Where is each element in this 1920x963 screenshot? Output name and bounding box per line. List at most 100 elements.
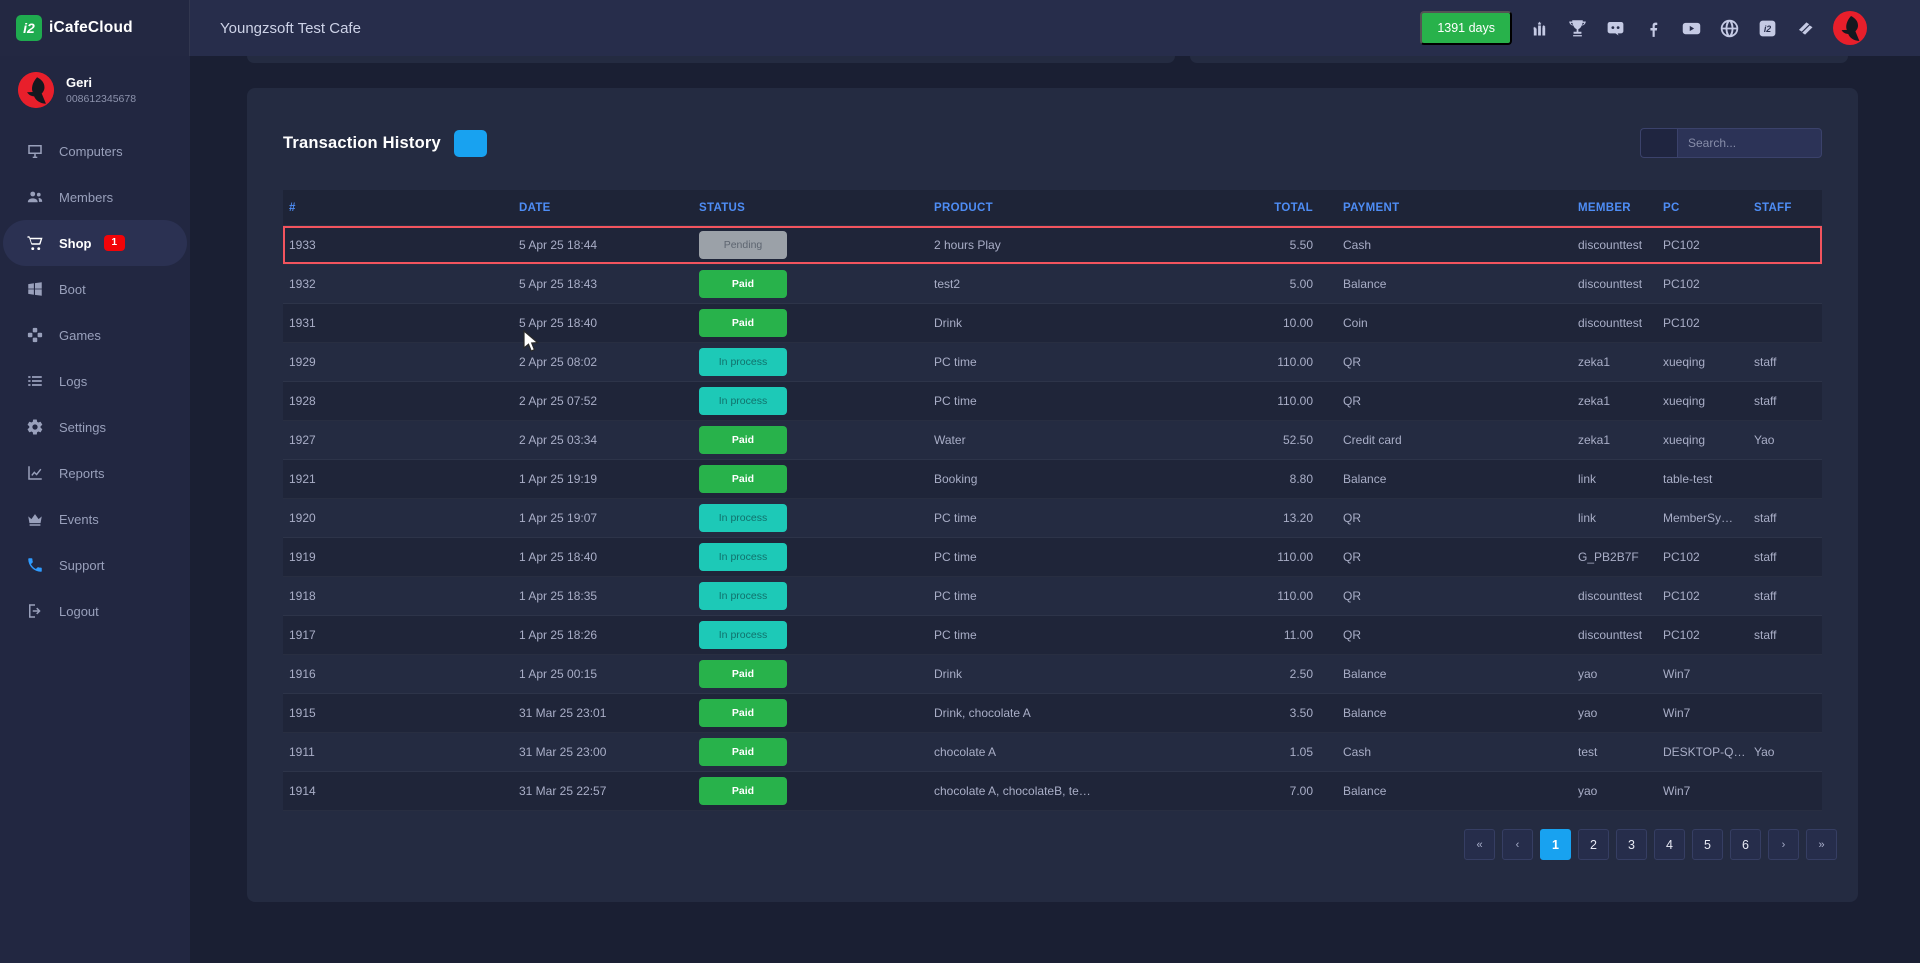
icafe-icon[interactable]: i2 <box>1757 18 1778 39</box>
chart-icon <box>26 464 44 482</box>
list-icon <box>26 372 44 390</box>
globe-icon[interactable] <box>1719 18 1740 39</box>
sidebar-item-members[interactable]: Members <box>0 174 190 220</box>
users-icon <box>26 188 44 206</box>
pagination-nav-button[interactable]: ‹ <box>1502 829 1533 860</box>
cell-id: 1916 <box>283 667 513 681</box>
cell-product: test2 <box>928 277 1185 291</box>
youtube-icon[interactable] <box>1681 18 1702 39</box>
cell-product: Drink, chocolate A <box>928 706 1185 720</box>
cell-total: 3.50 <box>1185 706 1317 720</box>
cell-date: 5 Apr 25 18:40 <box>513 316 693 330</box>
sidebar-item-shop[interactable]: Shop 1 <box>3 220 187 266</box>
transaction-row[interactable]: 1933 5 Apr 25 18:44 Pending 2 hours Play… <box>283 226 1822 265</box>
cell-payment: Balance <box>1317 706 1572 720</box>
transaction-row[interactable]: 1911 31 Mar 25 23:00 Paid chocolate A 1.… <box>283 733 1822 772</box>
gamepad-icon <box>26 326 44 344</box>
user-avatar[interactable] <box>1833 11 1867 45</box>
sidebar-item-settings[interactable]: Settings <box>0 404 190 450</box>
chevron-down-icon[interactable] <box>1884 21 1898 35</box>
cell-total: 110.00 <box>1185 394 1317 408</box>
pagination-nav-button[interactable]: › <box>1768 829 1799 860</box>
cell-date: 1 Apr 25 18:26 <box>513 628 693 642</box>
transaction-row[interactable]: 1918 1 Apr 25 18:35 In process PC time 1… <box>283 577 1822 616</box>
status-badge: In process <box>699 543 787 571</box>
cafe-name: Youngzsoft Test Cafe <box>220 20 361 37</box>
column-header-date: DATE <box>513 202 693 214</box>
cell-pc: table-test <box>1657 472 1748 486</box>
cell-member: link <box>1572 511 1657 525</box>
status-badge: Paid <box>699 699 787 727</box>
sidebar-item-support[interactable]: Support <box>0 542 190 588</box>
pagination-page-4[interactable]: 4 <box>1654 829 1685 860</box>
transaction-row[interactable]: 1932 5 Apr 25 18:43 Paid test2 5.00 Bala… <box>283 265 1822 304</box>
cell-total: 5.00 <box>1185 277 1317 291</box>
transaction-row[interactable]: 1920 1 Apr 25 19:07 In process PC time 1… <box>283 499 1822 538</box>
cell-id: 1919 <box>283 550 513 564</box>
trophy-icon[interactable] <box>1567 18 1588 39</box>
search-input[interactable] <box>1677 128 1822 158</box>
menu-icon[interactable] <box>153 18 173 38</box>
cell-date: 1 Apr 25 18:40 <box>513 550 693 564</box>
transaction-row[interactable]: 1914 31 Mar 25 22:57 Paid chocolate A, c… <box>283 772 1822 811</box>
sidebar: Geri 008612345678 Computers Members Shop… <box>0 56 190 963</box>
transaction-row[interactable]: 1921 1 Apr 25 19:19 Paid Booking 8.80 Ba… <box>283 460 1822 499</box>
cell-id: 1911 <box>283 745 513 759</box>
facebook-icon[interactable] <box>1643 18 1664 39</box>
cell-product: Drink <box>928 316 1185 330</box>
cell-date: 31 Mar 25 23:01 <box>513 706 693 720</box>
crown-icon <box>26 510 44 528</box>
transaction-row[interactable]: 1915 31 Mar 25 23:01 Paid Drink, chocola… <box>283 694 1822 733</box>
brand-logo[interactable]: i2 iCafeCloud <box>16 15 133 41</box>
cell-total: 5.50 <box>1185 238 1317 252</box>
status-badge: Paid <box>699 777 787 805</box>
table-body: 1933 5 Apr 25 18:44 Pending 2 hours Play… <box>283 226 1822 811</box>
cell-total: 2.50 <box>1185 667 1317 681</box>
cell-product: PC time <box>928 394 1185 408</box>
cell-product: Booking <box>928 472 1185 486</box>
transaction-row[interactable]: 1917 1 Apr 25 18:26 In process PC time 1… <box>283 616 1822 655</box>
cell-staff: staff <box>1748 394 1822 408</box>
cell-product: chocolate A, chocolateB, te… <box>928 784 1185 798</box>
transaction-row[interactable]: 1928 2 Apr 25 07:52 In process PC time 1… <box>283 382 1822 421</box>
refresh-button[interactable] <box>454 130 487 157</box>
cell-staff: staff <box>1748 511 1822 525</box>
page-title: Transaction History <box>283 134 441 153</box>
ranking-icon[interactable] <box>1529 18 1550 39</box>
sidebar-item-computers[interactable]: Computers <box>0 128 190 174</box>
cell-payment: Balance <box>1317 784 1572 798</box>
brand-s-icon[interactable] <box>1795 18 1816 39</box>
sidebar-item-reports[interactable]: Reports <box>0 450 190 496</box>
cell-staff: staff <box>1748 628 1822 642</box>
pagination-nav-button[interactable]: « <box>1464 829 1495 860</box>
cell-member: link <box>1572 472 1657 486</box>
pagination-page-1[interactable]: 1 <box>1540 829 1571 860</box>
sidebar-item-events[interactable]: Events <box>0 496 190 542</box>
column-header-member: MEMBER <box>1572 202 1657 214</box>
cell-pc: Win7 <box>1657 784 1748 798</box>
cell-payment: QR <box>1317 355 1572 369</box>
transaction-row[interactable]: 1931 5 Apr 25 18:40 Paid Drink 10.00 Coi… <box>283 304 1822 343</box>
pagination-page-3[interactable]: 3 <box>1616 829 1647 860</box>
sidebar-item-logout[interactable]: Logout <box>0 588 190 634</box>
cell-payment: Coin <box>1317 316 1572 330</box>
sidebar-item-games[interactable]: Games <box>0 312 190 358</box>
pagination: «‹123456›» <box>1464 829 1837 860</box>
transaction-row[interactable]: 1919 1 Apr 25 18:40 In process PC time 1… <box>283 538 1822 577</box>
cell-id: 1918 <box>283 589 513 603</box>
pagination-page-6[interactable]: 6 <box>1730 829 1761 860</box>
pagination-nav-button[interactable]: » <box>1806 829 1837 860</box>
transaction-row[interactable]: 1929 2 Apr 25 08:02 In process PC time 1… <box>283 343 1822 382</box>
pagination-page-2[interactable]: 2 <box>1578 829 1609 860</box>
discord-icon[interactable] <box>1605 18 1626 39</box>
cell-pc: MemberSy… <box>1657 511 1748 525</box>
column-header-status: STATUS <box>693 202 928 214</box>
days-remaining-button[interactable]: 1391 days <box>1420 11 1512 45</box>
cell-id: 1917 <box>283 628 513 642</box>
sidebar-item-logs[interactable]: Logs <box>0 358 190 404</box>
cell-date: 31 Mar 25 23:00 <box>513 745 693 759</box>
transaction-row[interactable]: 1927 2 Apr 25 03:34 Paid Water 52.50 Cre… <box>283 421 1822 460</box>
pagination-page-5[interactable]: 5 <box>1692 829 1723 860</box>
sidebar-item-boot[interactable]: Boot <box>0 266 190 312</box>
transaction-row[interactable]: 1916 1 Apr 25 00:15 Paid Drink 2.50 Bala… <box>283 655 1822 694</box>
